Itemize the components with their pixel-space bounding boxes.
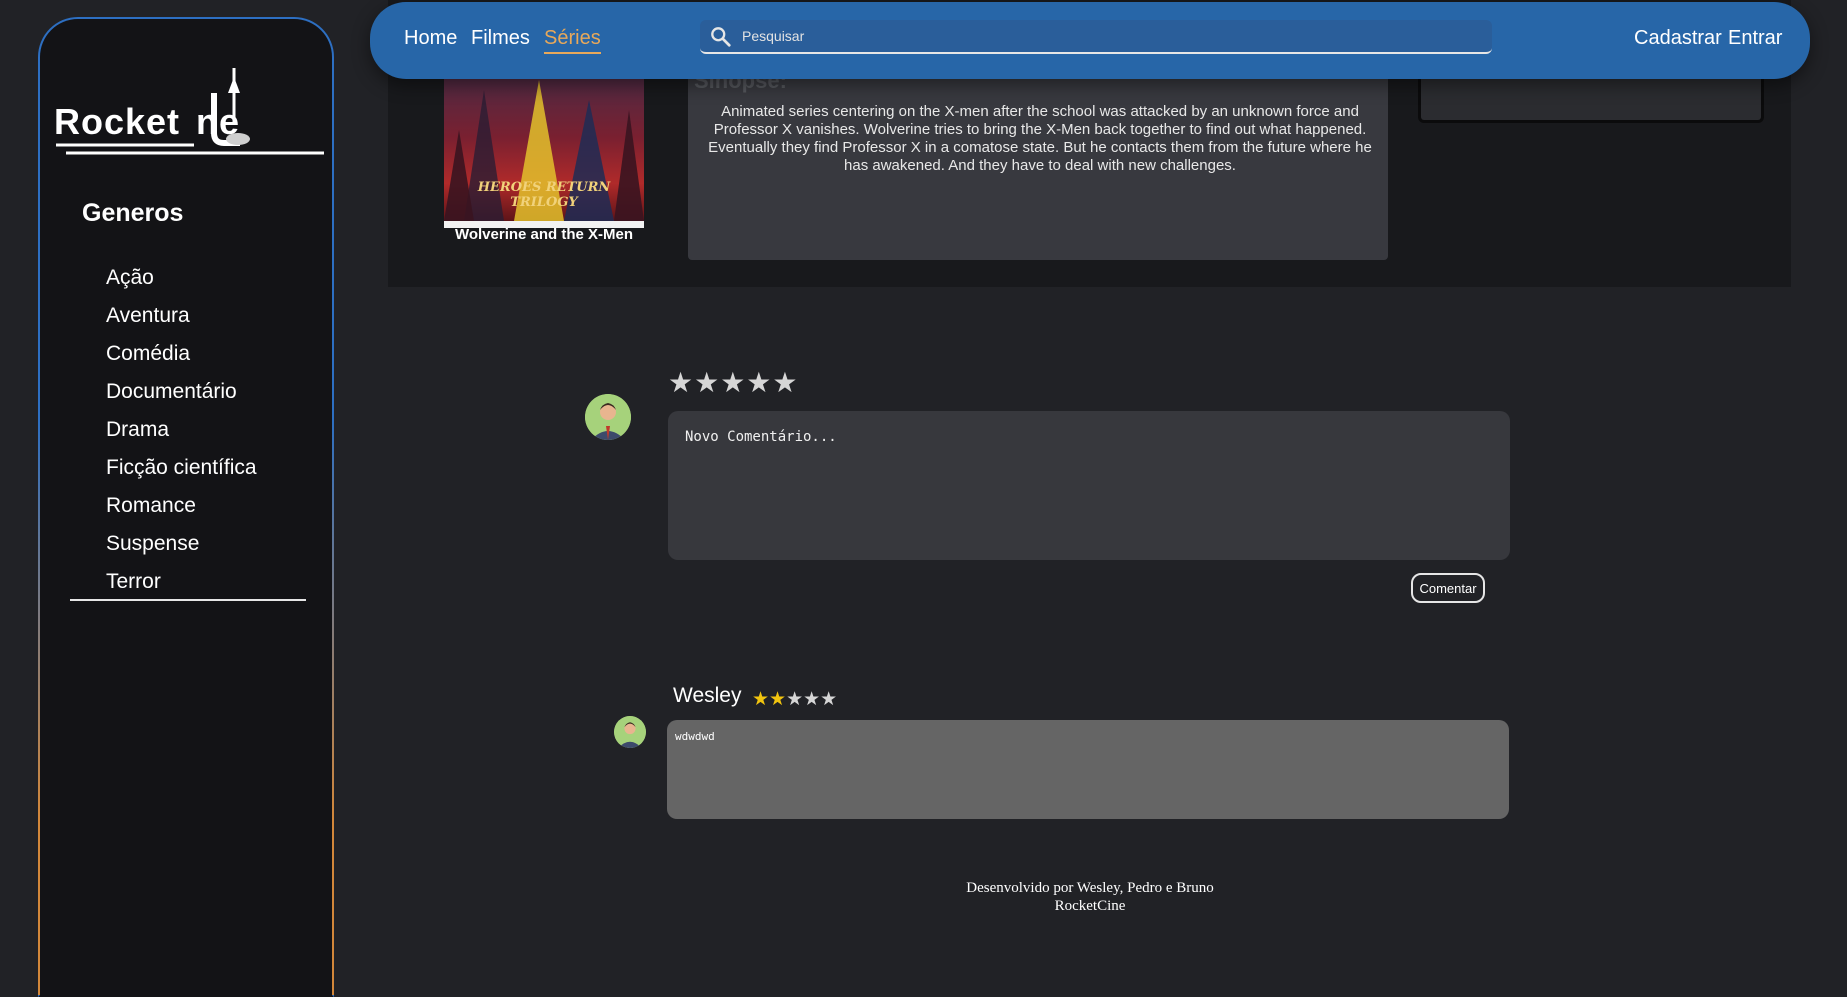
synopsis-text: Animated series centering on the X-men a… [708,103,1372,174]
genre-item[interactable]: Ação [106,259,257,297]
genre-item[interactable]: Drama [106,411,257,449]
sidebar-divider [70,599,306,601]
search-input[interactable] [740,20,1484,52]
genre-item[interactable]: Aventura [106,297,257,335]
sidebar: Rocket ne Generos Ação Aventura Comédia … [38,17,334,997]
logo-text-ne: ne [196,101,241,142]
footer: Desenvolvido por Wesley, Pedro e Bruno R… [880,879,1300,915]
rating-star-filled-icon: ★★ [752,689,787,710]
series-poster[interactable]: HEROES RETURN TRILOGY [444,70,644,228]
comment-text: wdwdwd [675,730,715,743]
comment-rating: ★★★★★ [752,688,837,711]
search-bar [700,20,1492,54]
rocketcine-logo[interactable]: Rocket ne [54,63,324,173]
register-link[interactable]: Cadastrar [1634,27,1722,50]
search-icon[interactable] [710,26,732,48]
user-avatar-icon [585,394,631,440]
genre-item[interactable]: Ficção científica [106,449,257,487]
genre-item[interactable]: Suspense [106,525,257,563]
genre-item[interactable]: Comédia [106,335,257,373]
series-title: Wolverine and the X-Men [454,226,634,243]
login-link[interactable]: Entrar [1728,27,1782,50]
genre-list: Ação Aventura Comédia Documentário Drama… [106,259,257,601]
user-avatar [585,394,631,440]
comment-card: wdwdwd [667,720,1509,819]
comment-avatar-icon [614,716,646,748]
nav-home-link[interactable]: Home [404,27,457,50]
genres-title: Generos [82,199,184,227]
genre-item[interactable]: Romance [106,487,257,525]
genre-item[interactable]: Terror [106,563,257,601]
top-navbar: Home Filmes Séries Cadastrar Entrar [370,2,1810,79]
poster-caption: HEROES RETURN TRILOGY [477,180,611,210]
comment-author: Wesley [673,684,742,707]
genre-item[interactable]: Documentário [106,373,257,411]
new-comment-textarea[interactable] [668,411,1510,560]
rating-star-empty-icon: ★★★ [786,689,838,710]
footer-brand: RocketCine [1054,898,1126,914]
rocket-logo-icon [56,68,324,155]
footer-credits: Desenvolvido por Wesley, Pedro e Bruno [966,880,1214,896]
comment-submit-button[interactable]: Comentar [1411,573,1485,603]
nav-series-link[interactable]: Séries [544,27,601,54]
rating-stars-input[interactable]: ★★★★★ [668,366,799,399]
synopsis-box: Sinopse: Animated series centering on th… [688,60,1388,260]
comment-avatar [614,716,646,748]
nav-filmes-link[interactable]: Filmes [471,27,530,50]
